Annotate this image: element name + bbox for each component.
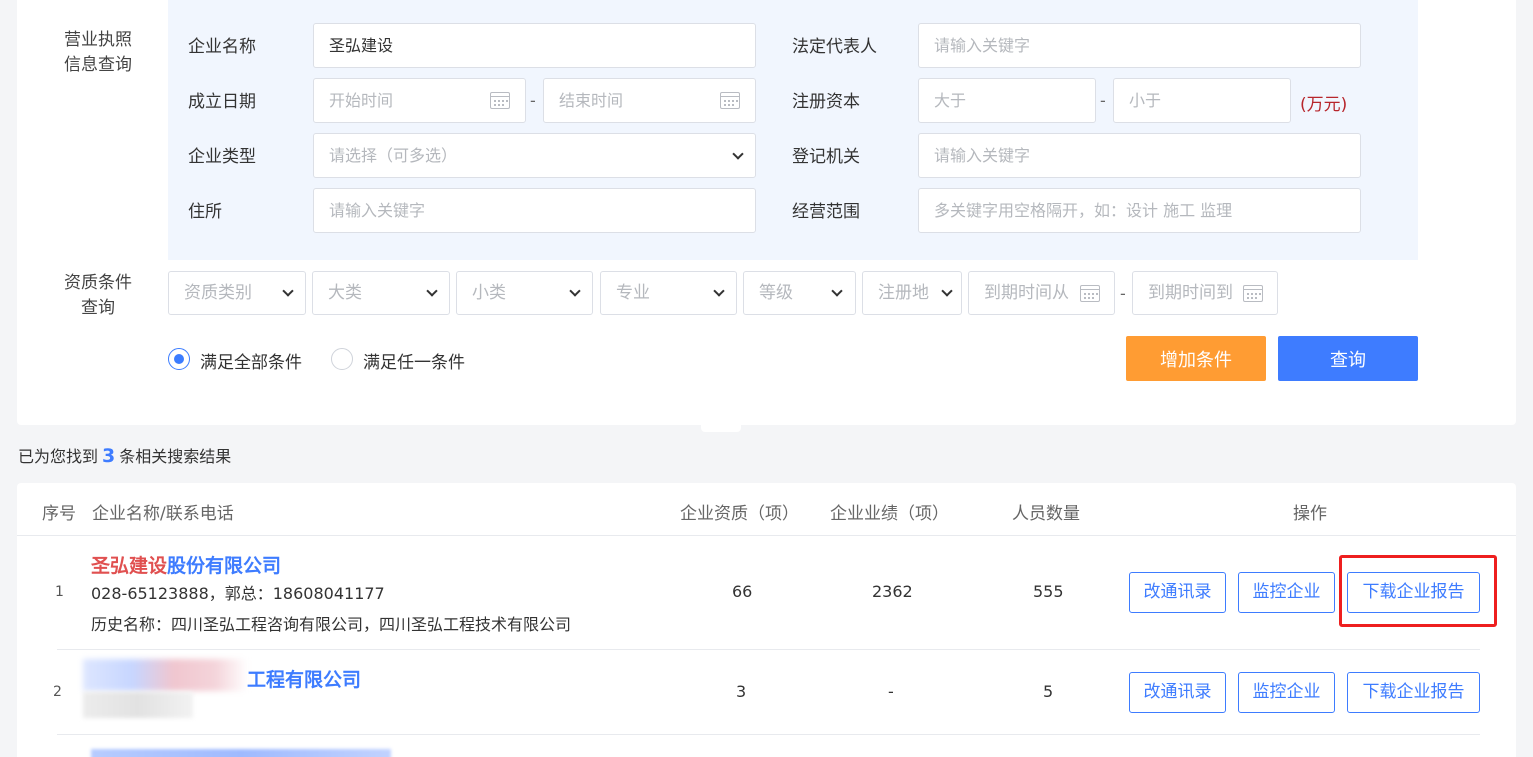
qualifications-count[interactable]: 3 xyxy=(736,682,746,701)
registration-place-placeholder: 注册地 xyxy=(878,283,929,303)
registrar-input[interactable]: 请输入关键字 xyxy=(918,133,1361,178)
row-divider xyxy=(57,734,1480,735)
company-name-link[interactable]: 工程有限公司 xyxy=(247,665,361,692)
calendar-icon[interactable] xyxy=(490,92,510,109)
performance-count[interactable]: 2362 xyxy=(872,582,913,601)
edit-contacts-button[interactable]: 改通讯录 xyxy=(1129,572,1226,613)
company-type-placeholder: 请选择（可多选） xyxy=(329,146,458,165)
header-actions: 操作 xyxy=(1293,504,1327,524)
header-divider xyxy=(17,535,1516,536)
summary-suffix: 条相关搜索结果 xyxy=(119,447,232,466)
header-staff: 人员数量 xyxy=(1012,504,1080,524)
date-range-separator: - xyxy=(530,91,536,110)
capital-max-input[interactable]: 小于 xyxy=(1113,78,1291,123)
summary-prefix: 已为您找到 xyxy=(18,447,99,466)
company-name-rest: 股份有限公司 xyxy=(167,555,282,577)
expire-range-separator: - xyxy=(1120,284,1126,303)
match-any-radio[interactable] xyxy=(331,348,353,370)
license-section-label: 营业执照 信息查询 xyxy=(50,28,146,78)
performance-count: - xyxy=(888,682,894,701)
company-history-names: 历史名称：四川圣弘工程咨询有限公司，四川圣弘工程技术有限公司 xyxy=(91,615,572,634)
edit-contacts-button[interactable]: 改通讯录 xyxy=(1129,672,1226,713)
monitor-company-button[interactable]: 监控企业 xyxy=(1238,572,1335,613)
header-performance: 企业业绩（项） xyxy=(830,504,949,524)
registrar-label: 登记机关 xyxy=(792,147,860,167)
qualification-section-label-line2: 查询 xyxy=(81,298,115,318)
partial-company-name xyxy=(91,749,391,757)
expire-to-placeholder: 到期时间到 xyxy=(1148,283,1233,303)
match-any-label[interactable]: 满足任一条件 xyxy=(363,348,465,373)
row-divider xyxy=(57,649,1480,650)
qualification-category-placeholder: 资质类别 xyxy=(184,283,252,303)
calendar-icon[interactable] xyxy=(720,92,740,109)
row-index: 1 xyxy=(55,584,64,600)
calendar-icon[interactable] xyxy=(1080,285,1100,302)
license-section-label-line2: 信息查询 xyxy=(64,55,132,75)
business-scope-input[interactable]: 多关键字用空格隔开，如：设计 施工 监理 xyxy=(918,188,1361,233)
staff-count[interactable]: 5 xyxy=(1043,682,1053,701)
redacted-company-name xyxy=(83,659,248,691)
match-all-radio[interactable] xyxy=(168,348,190,370)
monitor-company-button[interactable]: 监控企业 xyxy=(1238,672,1335,713)
redacted-phone xyxy=(83,692,193,718)
result-summary: 已为您找到 3 条相关搜索结果 xyxy=(18,443,231,467)
legal-rep-input[interactable]: 请输入关键字 xyxy=(918,23,1361,68)
qualification-section-label: 资质条件 查询 xyxy=(50,271,146,321)
expire-from-placeholder: 到期时间从 xyxy=(984,283,1069,303)
result-count: 3 xyxy=(102,445,116,467)
capital-label: 注册资本 xyxy=(792,92,860,112)
company-name-input[interactable]: 圣弘建设 xyxy=(313,23,756,68)
calendar-icon[interactable] xyxy=(1243,285,1263,302)
query-button[interactable]: 查询 xyxy=(1278,336,1418,381)
collapse-toggle[interactable] xyxy=(701,418,741,432)
staff-count[interactable]: 555 xyxy=(1033,582,1064,601)
company-name-link[interactable]: 圣弘建设股份有限公司 xyxy=(91,551,281,578)
legal-rep-label: 法定代表人 xyxy=(792,37,877,57)
row-index: 2 xyxy=(53,684,62,700)
specialty-placeholder: 专业 xyxy=(616,283,650,303)
address-label: 住所 xyxy=(188,202,222,222)
company-type-label: 企业类型 xyxy=(188,147,256,167)
capital-min-input[interactable]: 大于 xyxy=(918,78,1096,123)
company-phone: 028-65123888，郭总：18608041177 xyxy=(91,584,385,603)
company-type-select[interactable]: 请选择（可多选） xyxy=(313,133,756,178)
business-scope-label: 经营范围 xyxy=(792,202,860,222)
address-input[interactable]: 请输入关键字 xyxy=(313,188,756,233)
major-class-placeholder: 大类 xyxy=(328,283,362,303)
header-name: 企业名称/联系电话 xyxy=(92,504,234,524)
company-name-highlight: 圣弘建设 xyxy=(91,555,168,577)
founded-label: 成立日期 xyxy=(188,92,256,112)
company-name-label: 企业名称 xyxy=(188,37,256,57)
download-report-button[interactable]: 下载企业报告 xyxy=(1347,672,1480,713)
results-table: 序号 企业名称/联系电话 企业资质（项） 企业业绩（项） 人员数量 操作 1 圣… xyxy=(17,483,1516,757)
capital-range-separator: - xyxy=(1100,91,1106,110)
qualification-section-label-line1: 资质条件 xyxy=(64,273,132,293)
minor-class-placeholder: 小类 xyxy=(472,283,506,303)
founded-start-placeholder: 开始时间 xyxy=(329,91,394,110)
capital-unit: (万元) xyxy=(1300,95,1348,115)
annotation-highlight-box xyxy=(1339,555,1497,627)
license-section-label-line1: 营业执照 xyxy=(64,30,132,50)
header-qualifications: 企业资质（项） xyxy=(680,504,799,524)
match-all-label[interactable]: 满足全部条件 xyxy=(200,348,302,373)
qualifications-count[interactable]: 66 xyxy=(732,582,752,601)
add-condition-button[interactable]: 增加条件 xyxy=(1126,336,1266,381)
header-index: 序号 xyxy=(42,504,76,524)
founded-end-placeholder: 结束时间 xyxy=(559,91,624,110)
grade-placeholder: 等级 xyxy=(759,283,793,303)
